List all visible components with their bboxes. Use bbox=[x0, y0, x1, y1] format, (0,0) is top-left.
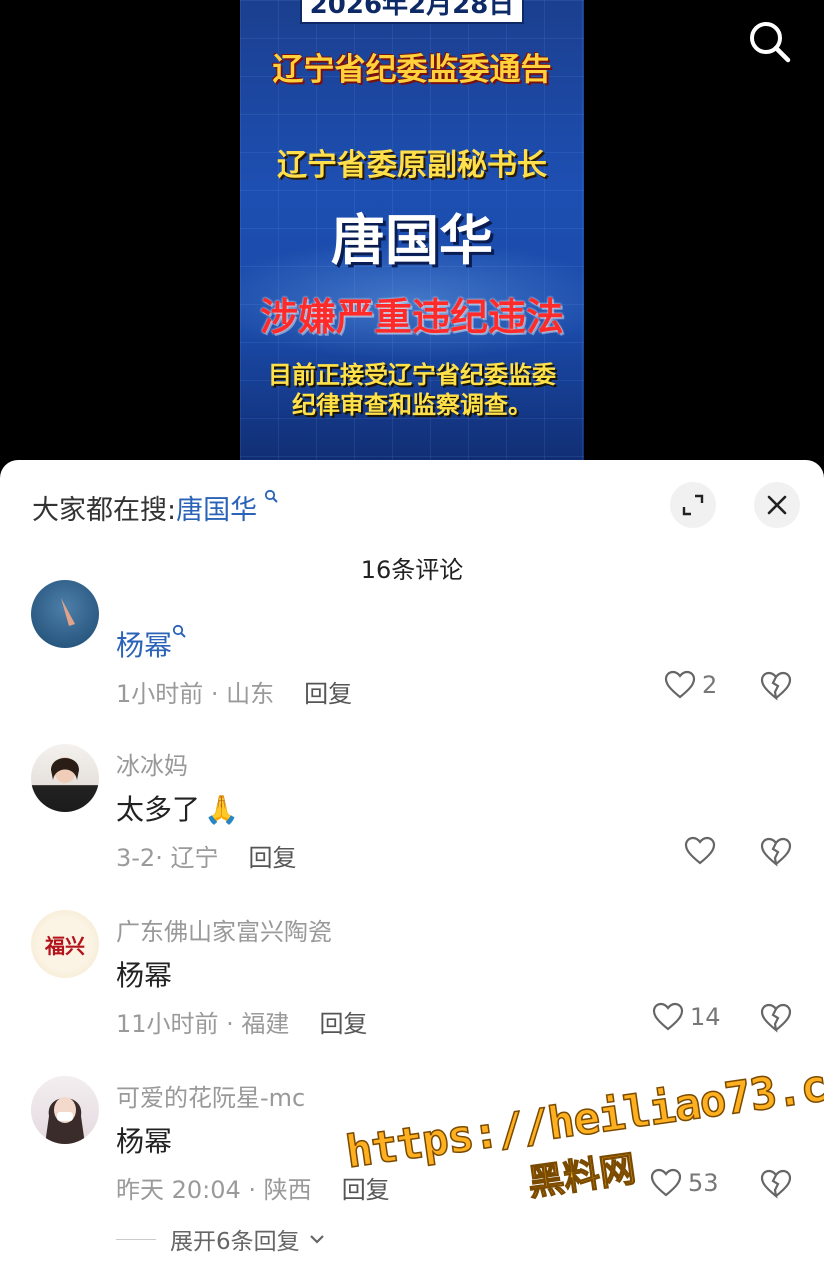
broken-heart-icon[interactable] bbox=[760, 670, 792, 702]
search-icon bbox=[172, 624, 186, 638]
comment-time: 昨天 20:04 · 陕西 bbox=[116, 1176, 312, 1204]
reply-button[interactable]: 回复 bbox=[248, 844, 296, 872]
chevron-down-icon bbox=[309, 1235, 324, 1244]
video-poster: 2026年2月28日 辽宁省纪委监委通告 辽宁省委原副秘书长 唐国华 涉嫌严重违… bbox=[240, 0, 584, 470]
comment-meta: 11小时前 · 福建 回复 bbox=[116, 1004, 367, 1039]
sheet-header: 大家都在搜:唐国华 bbox=[0, 460, 824, 550]
comment-text: 杨幂 bbox=[116, 959, 173, 992]
avatar[interactable] bbox=[31, 744, 99, 812]
comment-text: 杨幂 bbox=[116, 1125, 173, 1158]
comment-author[interactable]: 可爱的花阮星-mc bbox=[116, 1078, 305, 1113]
comment-time: 3-2· 辽宁 bbox=[116, 844, 219, 872]
comment-time: 1小时前 · 山东 bbox=[116, 680, 275, 708]
comment-author[interactable]: 广东佛山家富兴陶瓷 bbox=[116, 912, 332, 947]
heart-icon bbox=[664, 670, 696, 699]
comment-keyword[interactable]: 杨幂 bbox=[116, 629, 172, 662]
comment-meta: 1小时前 · 山东 回复 bbox=[116, 674, 352, 709]
comment-count: 16条评论 bbox=[360, 556, 464, 584]
trending-search[interactable]: 大家都在搜:唐国华 bbox=[32, 488, 278, 527]
divider bbox=[116, 1238, 156, 1240]
poster-position: 辽宁省委原副秘书长 bbox=[277, 148, 547, 183]
expand-replies-button[interactable]: 展开6条回复 bbox=[116, 1222, 326, 1256]
comment-body: 太多了 bbox=[116, 793, 201, 826]
comment-text: 杨幂 bbox=[116, 624, 186, 664]
avatar[interactable] bbox=[31, 580, 99, 648]
like-count: 2 bbox=[702, 671, 718, 699]
poster-date: 2026年2月28日 bbox=[300, 0, 524, 24]
comment-text: 太多了 🙏 bbox=[116, 788, 239, 828]
avatar[interactable] bbox=[31, 1076, 99, 1144]
like-count: 14 bbox=[690, 1003, 721, 1031]
poster-detail: 目前正接受辽宁省纪委监委 纪律审查和监察调查。 bbox=[240, 360, 584, 420]
avatar-badge-text: 福兴 bbox=[45, 933, 85, 958]
video-player[interactable]: 2026年2月28日 辽宁省纪委监委通告 辽宁省委原副秘书长 唐国华 涉嫌严重违… bbox=[0, 0, 824, 470]
expand-icon bbox=[682, 494, 704, 516]
poster-detail-line-1: 目前正接受辽宁省纪委监委 bbox=[268, 360, 556, 389]
poster-name: 唐国华 bbox=[331, 208, 493, 272]
poster-headline: 辽宁省纪委监委通告 bbox=[272, 52, 552, 88]
broken-heart-icon[interactable] bbox=[760, 836, 792, 868]
trending-prefix: 大家都在搜: bbox=[32, 495, 177, 526]
like-button[interactable]: 2 bbox=[664, 670, 717, 700]
pray-emoji: 🙏 bbox=[204, 793, 239, 826]
poster-charge: 涉嫌严重违纪违法 bbox=[259, 294, 564, 339]
avatar[interactable]: 福兴 bbox=[31, 910, 99, 978]
reply-button[interactable]: 回复 bbox=[304, 680, 352, 708]
comment-meta: 3-2· 辽宁 回复 bbox=[116, 838, 296, 873]
trending-keyword[interactable]: 唐国华 bbox=[176, 495, 257, 526]
close-icon bbox=[767, 495, 787, 515]
expand-button[interactable] bbox=[670, 482, 716, 528]
poster-detail-line-2: 纪律审查和监察调查。 bbox=[292, 390, 532, 419]
expand-replies-label: 展开6条回复 bbox=[170, 1229, 300, 1255]
heart-icon bbox=[652, 1002, 684, 1031]
broken-heart-icon[interactable] bbox=[760, 1002, 792, 1034]
close-button[interactable] bbox=[754, 482, 800, 528]
search-button[interactable] bbox=[746, 18, 792, 64]
comment-author[interactable]: 冰冰妈 bbox=[116, 746, 188, 781]
reply-button[interactable]: 回复 bbox=[319, 1010, 367, 1038]
search-icon bbox=[259, 488, 278, 507]
comment-time: 11小时前 · 福建 bbox=[116, 1010, 290, 1038]
like-button[interactable] bbox=[684, 836, 722, 866]
like-button[interactable]: 14 bbox=[652, 1002, 721, 1032]
heart-icon bbox=[684, 836, 716, 865]
search-icon bbox=[750, 22, 791, 63]
